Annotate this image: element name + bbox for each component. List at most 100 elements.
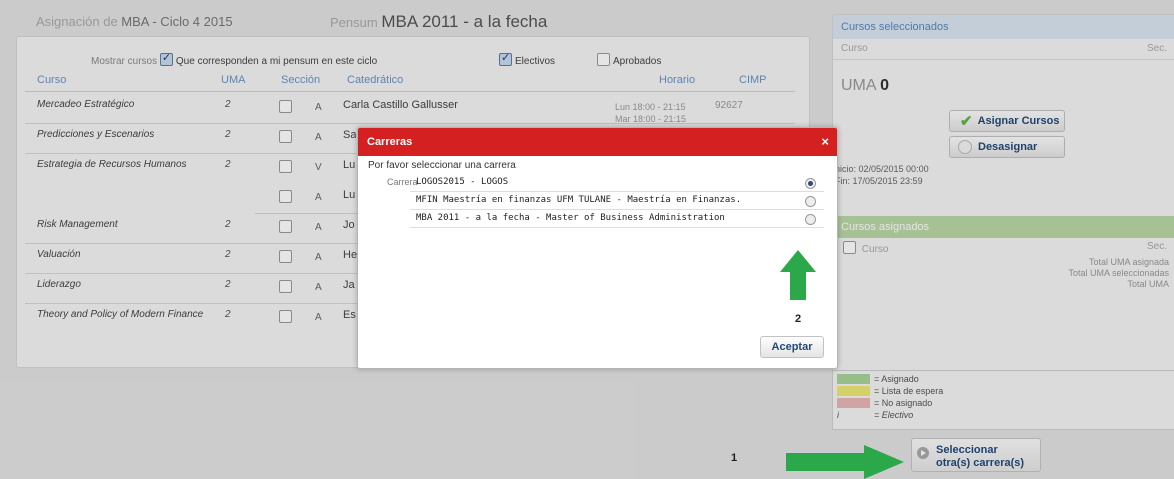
course-uma: 2 <box>225 129 231 140</box>
electivos-checkbox[interactable] <box>499 51 512 66</box>
legend-label-espera: = Lista de espera <box>874 386 944 396</box>
selected-courses-title: Cursos seleccionados <box>833 15 1174 39</box>
header-curso: Curso <box>37 74 67 86</box>
course-professor: Sa <box>343 129 357 141</box>
carrera-option[interactable]: MFIN Maestría en finanzas UFM TULANE - M… <box>410 192 824 210</box>
course-checkbox[interactable] <box>279 130 292 143</box>
unassign-label: Desasignar <box>978 141 1038 153</box>
accept-button[interactable]: Aceptar <box>760 336 824 358</box>
start-date: nicio: 02/05/2015 00:00 <box>835 164 929 174</box>
carrera-option-label: LOGOS2015 - LOGOS <box>416 177 509 187</box>
asignacion-label: Asignación de <box>36 14 118 29</box>
header-catedratico: Catedrático <box>347 74 404 86</box>
course-uma: 2 <box>225 159 231 170</box>
course-checkbox[interactable] <box>279 100 292 113</box>
assigned-courses-title: Cursos asignados <box>833 216 1174 238</box>
course-checkbox[interactable] <box>279 310 292 323</box>
circle-icon <box>958 140 972 154</box>
carreras-dialog: Carreras × Por favor seleccionar una car… <box>357 127 838 369</box>
course-professor: Carla Castillo Gallusser <box>343 99 458 111</box>
carrera-option-label: MBA 2011 - a la fecha - Master of Busine… <box>416 213 725 223</box>
course-name: Estrategia de Recursos Humanos <box>37 159 187 170</box>
uma-totals: Total UMA asignada Total UMA seleccionad… <box>1068 257 1169 290</box>
course-professor: Lu <box>343 189 356 201</box>
total-uma-seleccionadas: Total UMA seleccionadas <box>1068 268 1169 278</box>
pensum-checkbox[interactable] <box>159 51 173 66</box>
legend-swatch-no-asignado <box>837 398 870 408</box>
carrera-option-label: MFIN Maestría en finanzas UFM TULANE - M… <box>416 195 742 205</box>
course-cimp: 92627 <box>715 100 743 111</box>
course-checkbox[interactable] <box>279 160 292 173</box>
legend-item-asignado: = Asignado <box>837 374 1174 385</box>
course-checkbox[interactable] <box>279 220 292 233</box>
legend-label-asignado: = Asignado <box>874 374 919 384</box>
carrera-option[interactable]: LOGOS2015 - LOGOS <box>410 174 824 192</box>
course-uma: 2 <box>225 309 231 320</box>
course-section: A <box>315 132 322 143</box>
selected-courses-panel: Cursos seleccionados Curso Sec. UMA 0 ✔ … <box>832 14 1174 426</box>
course-schedule: Lun 18:00 - 21:15 Mar 18:00 - 21:15 <box>615 101 686 125</box>
end-date: Fin: 17/05/2015 23:59 <box>835 176 923 186</box>
carrera-radio[interactable] <box>805 196 816 207</box>
course-checkbox[interactable] <box>279 190 292 203</box>
course-uma: 2 <box>225 219 231 230</box>
legend-item-no-asignado: = No asignado <box>837 398 1174 409</box>
course-professor: Ja <box>343 279 355 291</box>
course-professor: He <box>343 249 358 261</box>
checkmark-icon: ✔ <box>960 113 973 130</box>
legend-swatch-asignado <box>837 374 870 384</box>
assigned-col-sec: Sec. <box>1146 241 1167 252</box>
status-legend: = Asignado = Lista de espera = No asigna… <box>832 370 1174 430</box>
assigned-col-curso: Curso <box>861 244 889 255</box>
legend-item-electivo: i = Electivo <box>837 410 1174 421</box>
selected-courses-columns: Curso Sec. <box>833 39 1174 60</box>
table-header: Curso UMA Sección Catedrático Horario CI… <box>25 71 795 92</box>
course-section: A <box>315 282 322 293</box>
table-row: Mercadeo Estratégico 2 A Carla Castillo … <box>25 93 795 124</box>
play-icon <box>917 447 929 459</box>
legend-label-no-asignado: = No asignado <box>874 398 933 408</box>
legend-item-espera: = Lista de espera <box>837 386 1174 397</box>
course-professor: Es <box>343 309 356 321</box>
filter-aprobados: Aprobados <box>597 53 661 67</box>
header-seccion: Sección <box>281 74 321 86</box>
course-name: Risk Management <box>37 219 118 230</box>
filter-pensum: Mostrar cursos Que corresponden a mi pen… <box>91 51 377 67</box>
course-section: A <box>315 192 322 203</box>
course-name: Theory and Policy of Modern Finance <box>37 309 204 320</box>
course-uma: 2 <box>225 249 231 260</box>
course-section: A <box>315 252 322 263</box>
course-professor: Jo <box>343 219 355 231</box>
pensum-title: Pensum MBA 2011 - a la fecha <box>330 12 547 32</box>
legend-label-electivo: = Electivo <box>874 410 914 420</box>
course-checkbox[interactable] <box>279 250 292 263</box>
filter-electivos: Electivos <box>499 51 555 67</box>
dialog-prompt: Por favor seleccionar una carrera <box>368 160 516 171</box>
dialog-header: Carreras × <box>358 128 837 156</box>
carrera-option[interactable]: MBA 2011 - a la fecha - Master of Busine… <box>410 210 824 228</box>
selected-col-sec: Sec. <box>1146 43 1167 54</box>
legend-swatch-espera <box>837 386 870 396</box>
pensum-value: MBA 2011 - a la fecha <box>381 12 548 31</box>
aprobados-label: Aprobados <box>613 56 662 67</box>
course-checkbox[interactable] <box>279 280 292 293</box>
right-arrow-annotation <box>786 445 904 479</box>
legend-key-electivo: i <box>837 410 839 420</box>
course-section: A <box>315 102 322 113</box>
aprobados-checkbox[interactable] <box>597 53 610 66</box>
assigned-courses-columns: Curso Sec. <box>843 241 1167 255</box>
select-other-career-button[interactable]: Seleccionar otra(s) carrera(s) <box>911 438 1041 472</box>
step-marker-1: 1 <box>731 452 738 464</box>
course-name: Liderazgo <box>37 279 81 290</box>
course-name: Valuación <box>37 249 81 260</box>
assigned-select-all-checkbox[interactable] <box>843 241 856 254</box>
close-icon[interactable]: × <box>821 128 829 156</box>
unassign-button[interactable]: Desasignar <box>949 136 1065 158</box>
carrera-radio[interactable] <box>805 178 816 189</box>
dialog-title: Carreras <box>367 136 413 148</box>
assign-courses-button[interactable]: ✔ Asignar Cursos <box>949 110 1065 132</box>
carrera-radio[interactable] <box>805 214 816 225</box>
course-name: Predicciones y Escenarios <box>37 129 155 140</box>
select-other-career-label: Seleccionar otra(s) carrera(s) <box>936 444 1025 469</box>
selected-col-curso: Curso <box>841 43 868 54</box>
